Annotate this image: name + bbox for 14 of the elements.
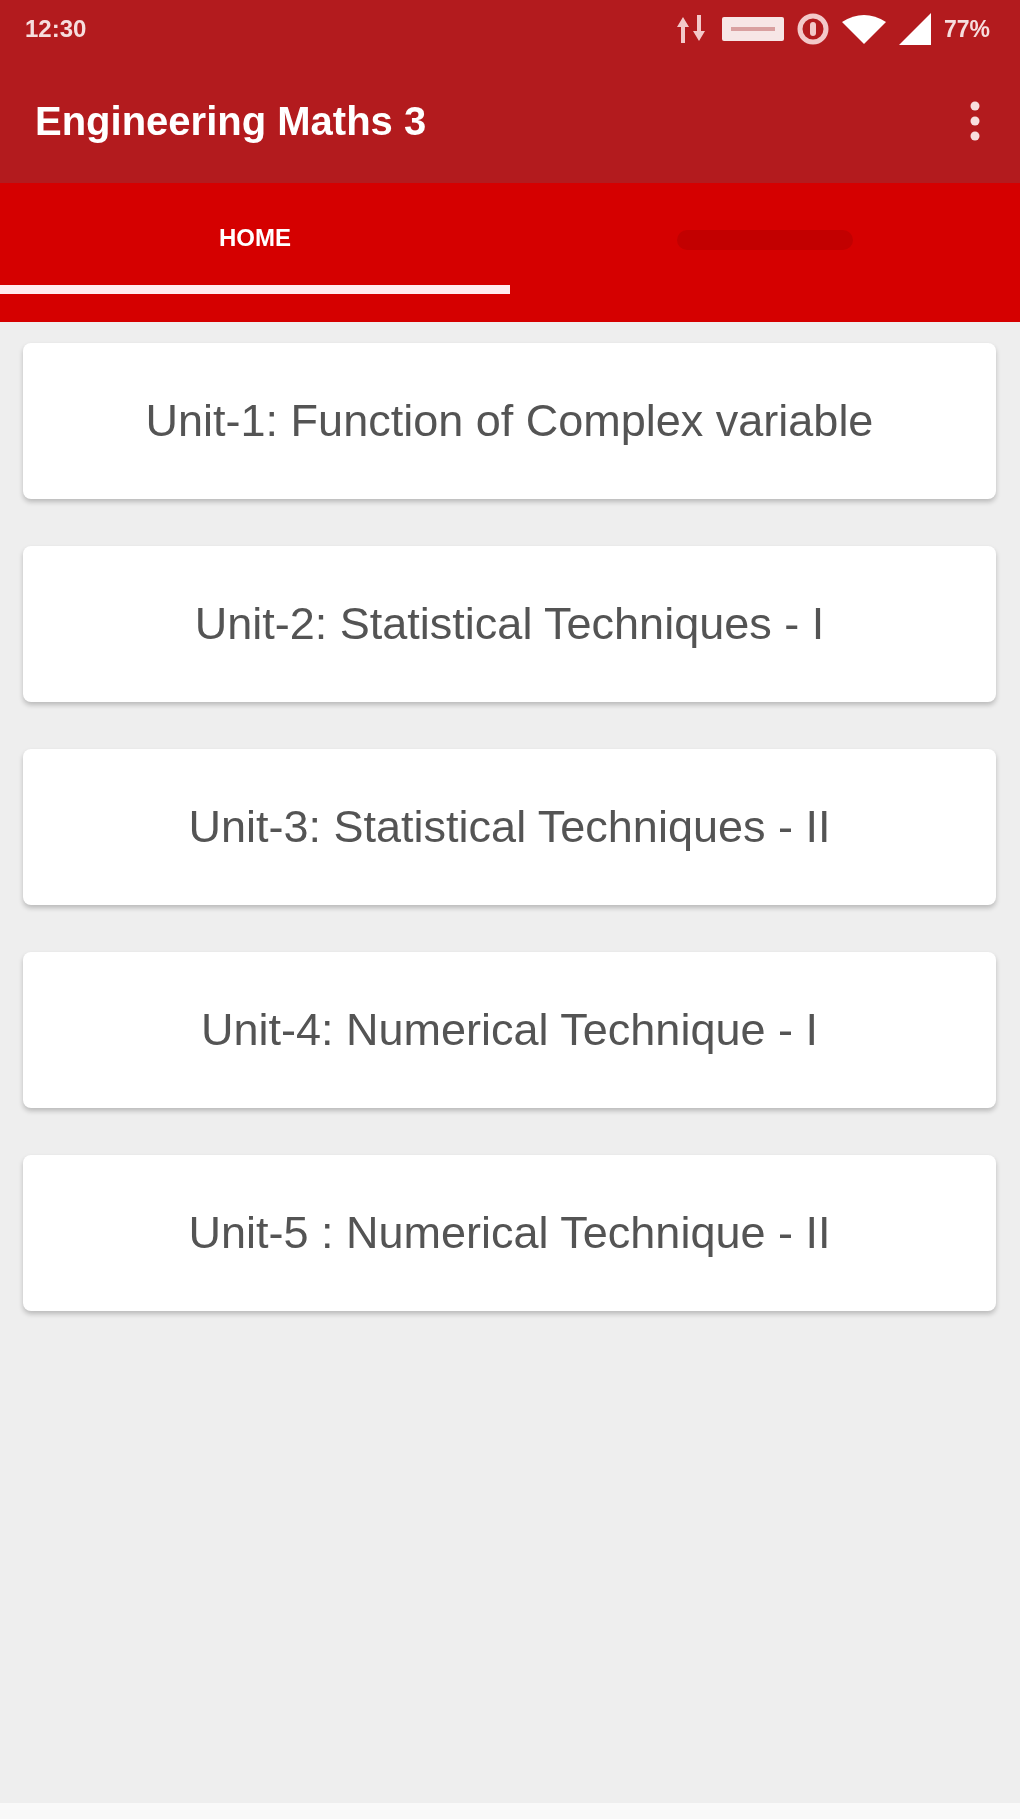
unit-card[interactable]: Unit-1: Function of Complex variable: [23, 343, 996, 499]
signal-icon: [898, 13, 931, 45]
unit-card[interactable]: Unit-3: Statistical Techniques - II: [23, 749, 996, 905]
app-title: Engineering Maths 3: [35, 97, 427, 145]
tab[interactable]: HOME: [0, 183, 510, 294]
battery-percent: 77%: [943, 17, 990, 41]
unit-card[interactable]: Unit-2: Statistical Techniques - I: [23, 546, 996, 702]
ring-icon: [796, 13, 829, 45]
wifi-icon: [841, 14, 886, 44]
label-tag-icon: [721, 17, 784, 41]
unit-card[interactable]: Unit-5 : Numerical Technique - II: [23, 1155, 996, 1311]
clock-time: 12:30: [25, 17, 87, 41]
unit-card[interactable]: Unit-4: Numerical Technique - I: [23, 952, 996, 1108]
more-menu-icon[interactable]: [968, 100, 982, 141]
